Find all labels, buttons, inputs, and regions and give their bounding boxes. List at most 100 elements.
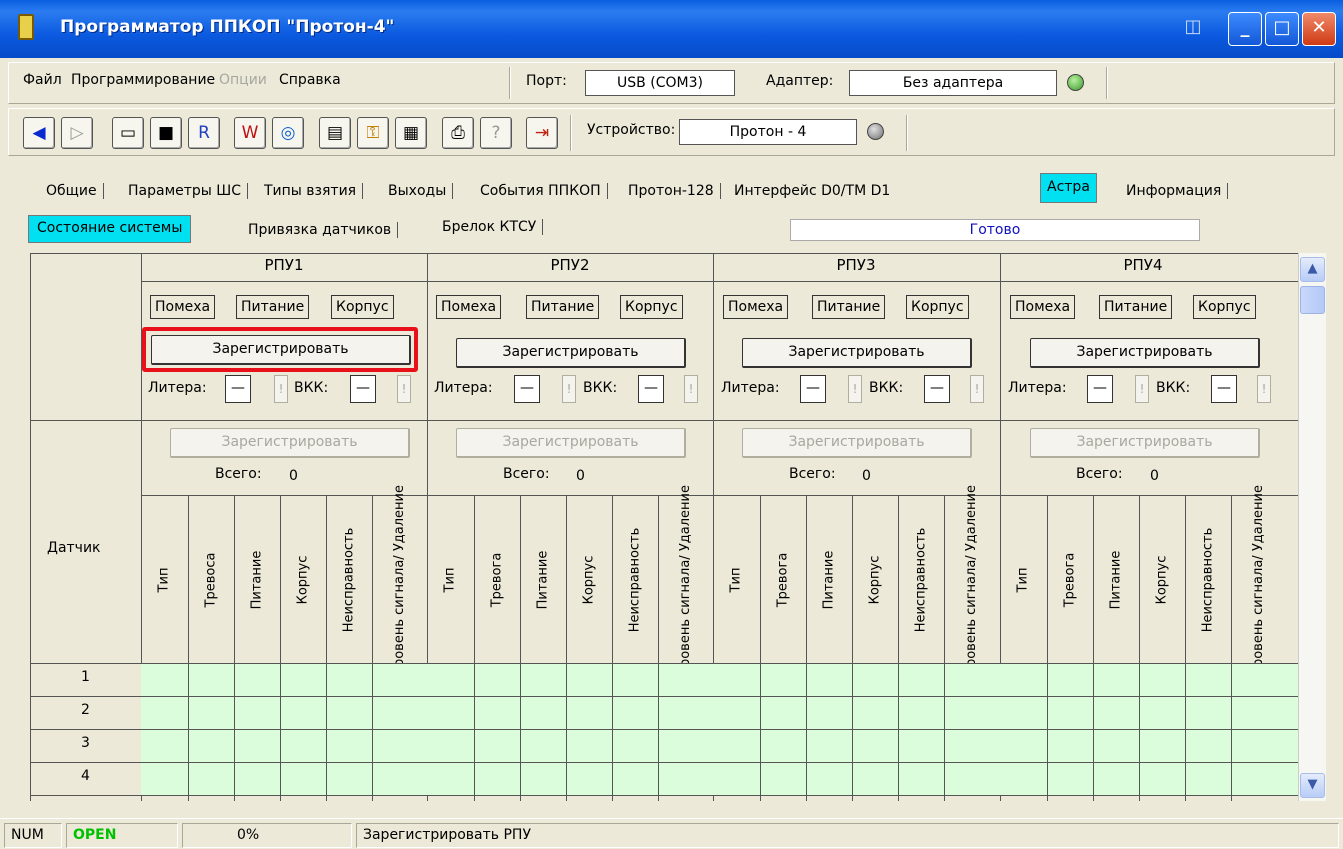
grid-line — [760, 495, 761, 801]
adapter-label: Адаптер: — [766, 73, 834, 89]
rpu2-total-label: Всего: — [503, 466, 550, 482]
grid-line — [474, 495, 475, 801]
forward-arrow-icon[interactable]: ▷ — [61, 117, 93, 149]
vertical-scrollbar[interactable]: ▲ ▼ — [1298, 253, 1326, 801]
rpu3-vkk-value[interactable]: — — [924, 375, 950, 403]
grid-line — [852, 495, 853, 801]
scroll-thumb[interactable] — [1300, 286, 1325, 314]
port-field[interactable]: USB (COM3) — [585, 70, 735, 96]
rpu3-litera-button[interactable]: ! — [848, 375, 862, 403]
menu-help[interactable]: Справка — [279, 72, 341, 88]
column-header: Тревога — [1047, 497, 1093, 663]
tab-events[interactable]: События ППКОП — [474, 183, 608, 199]
verify-device-icon[interactable]: ◎ — [272, 117, 304, 149]
rpu3-litera-value[interactable]: — — [800, 375, 826, 403]
rpu4-vkk-value[interactable]: — — [1211, 375, 1237, 403]
rpu1-register-sensor-button[interactable]: Зарегистрировать — [170, 428, 410, 458]
print-icon[interactable]: ⎙ — [442, 117, 474, 149]
grid-line — [1185, 495, 1186, 801]
rpu4-title: РПУ4 — [1123, 256, 1163, 274]
rpu1-litera-value[interactable]: — — [225, 375, 251, 403]
column-header-label: Тревога — [775, 552, 791, 608]
column-header-label: Корпус — [581, 555, 596, 605]
subtab-system-state[interactable]: Состояние системы — [28, 215, 192, 243]
grid-line — [30, 762, 1298, 763]
rpu4-litera-value[interactable]: — — [1087, 375, 1113, 403]
rpu1-power-indicator: Питание — [236, 295, 310, 319]
grid-line — [898, 495, 899, 801]
status-hint: Зарегистрировать РПУ — [356, 823, 1339, 848]
tab-outputs[interactable]: Выходы — [382, 183, 454, 199]
rpu2-register-button[interactable]: Зарегистрировать — [456, 338, 686, 368]
subtab-keyfob[interactable]: Брелок КТСУ — [436, 219, 544, 235]
menu-file[interactable]: Файл — [23, 72, 62, 88]
column-header-label: Уровень сигнала/ Удаление — [677, 485, 693, 675]
scroll-up-icon[interactable]: ▲ — [1300, 257, 1325, 282]
rpu4-vkk-button[interactable]: ! — [1257, 375, 1271, 403]
rpu1-vkk-value[interactable]: — — [350, 375, 376, 403]
title-bar: Программатор ППКОП "Протон-4" ◫ _ □ ✕ — [0, 0, 1343, 58]
save-disk-icon[interactable]: ■ — [150, 117, 182, 149]
exit-door-icon[interactable]: ⇥ — [526, 117, 558, 149]
tab-proton-128[interactable]: Протон-128 — [622, 183, 721, 199]
row-number: 1 — [81, 669, 90, 685]
key-icon[interactable]: ⚿ — [357, 117, 389, 149]
write-device-icon[interactable]: W — [234, 117, 266, 149]
rpu4-litera-button[interactable]: ! — [1135, 375, 1149, 403]
device-field[interactable]: Протон - 4 — [679, 119, 857, 145]
rpu4-case-indicator: Корпус — [1193, 295, 1256, 319]
monitor-icon[interactable]: ▤ — [319, 117, 351, 149]
tab-information[interactable]: Информация — [1120, 183, 1229, 199]
column-header: Корпус — [1139, 497, 1185, 663]
rpu4-total-value: 0 — [1150, 468, 1159, 484]
rpu4-vkk-label: ВКК: — [1156, 380, 1191, 396]
menu-options[interactable]: Опции — [219, 72, 267, 88]
rpu2-litera-button[interactable]: ! — [562, 375, 576, 403]
read-device-icon[interactable]: R — [188, 117, 220, 149]
rpu4-litera-label: Литера: — [1008, 380, 1067, 396]
rpu4-register-button[interactable]: Зарегистрировать — [1030, 338, 1260, 368]
menu-programming[interactable]: Программирование — [71, 72, 215, 88]
toolbar: ◀ ▷ ▭ ■ R W ◎ ▤ ⚿ ▦ ⎙ ? ⇥ Устройство: Пр… — [8, 108, 1335, 156]
rpu3-vkk-button[interactable]: ! — [970, 375, 984, 403]
column-header: Тревога — [474, 497, 520, 663]
rpu2-case-indicator: Корпус — [620, 295, 683, 319]
column-header: Уровень сигнала/ Удаление — [1231, 485, 1286, 675]
rpu2-litera-label: Литера: — [434, 380, 493, 396]
rpu2-vkk-button[interactable]: ! — [684, 375, 698, 403]
rpu2-noise-indicator: Помеха — [436, 295, 502, 319]
window-title: Программатор ППКОП "Протон-4" — [60, 17, 395, 37]
document-icon[interactable]: ▦ — [395, 117, 427, 149]
rpu3-case-indicator: Корпус — [906, 295, 969, 319]
tab-interface[interactable]: Интерфейс D0/TM D1 — [728, 183, 896, 199]
scroll-down-icon[interactable]: ▼ — [1300, 773, 1325, 798]
rpu3-register-button[interactable]: Зарегистрировать — [742, 338, 972, 368]
grid-line — [188, 495, 189, 801]
rpu2-register-sensor-button[interactable]: Зарегистрировать — [456, 428, 686, 458]
row-number: 3 — [81, 735, 90, 751]
back-arrow-icon[interactable]: ◀ — [23, 117, 55, 149]
subtab-sensor-binding[interactable]: Привязка датчиков — [242, 222, 399, 238]
rpu1-litera-button[interactable]: ! — [274, 375, 288, 403]
adapter-field[interactable]: Без адаптера — [849, 70, 1057, 96]
rpu1-noise-indicator: Помеха — [150, 295, 216, 319]
rpu3-register-sensor-button[interactable]: Зарегистрировать — [742, 428, 972, 458]
column-header: Тип — [141, 497, 188, 663]
grid-line — [658, 495, 659, 801]
tab-loop-params[interactable]: Параметры ШС — [122, 183, 249, 199]
tab-astra[interactable]: Астра — [1040, 173, 1097, 203]
tab-general[interactable]: Общие — [40, 183, 104, 199]
help-question-icon[interactable]: ? — [480, 117, 512, 149]
close-button[interactable]: ✕ — [1302, 12, 1336, 46]
rpu1-vkk-button[interactable]: ! — [397, 375, 411, 403]
maximize-button[interactable]: □ — [1265, 12, 1299, 46]
open-folder-icon[interactable]: ▭ — [112, 117, 144, 149]
rpu4-register-sensor-button[interactable]: Зарегистрировать — [1030, 428, 1260, 458]
minimize-button[interactable]: _ — [1228, 12, 1262, 46]
rpu2-litera-value[interactable]: — — [514, 375, 540, 403]
column-header: Неисправность — [898, 497, 944, 663]
column-header-label: Тип — [156, 567, 172, 593]
restore-ghost-icon: ◫ — [1184, 16, 1202, 37]
rpu2-vkk-value[interactable]: — — [638, 375, 664, 403]
tab-arm-types[interactable]: Типы взятия — [258, 183, 364, 199]
